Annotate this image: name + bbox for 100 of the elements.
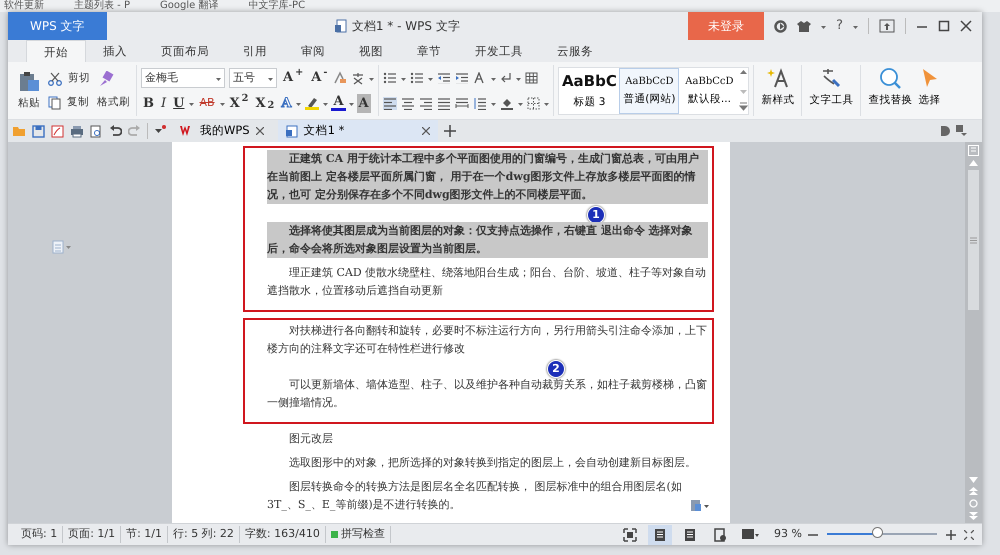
printer-icon[interactable]	[70, 124, 84, 138]
window-title: 文档1 * - WPS 文字	[352, 18, 460, 35]
paragraph-text: 图元改层	[288, 431, 334, 447]
ruler-toggle-icon[interactable]	[968, 145, 979, 156]
line-break-icon[interactable]	[500, 72, 512, 84]
subscript-button[interactable]: X$_{2}$	[253, 94, 276, 114]
annotation-number: 2	[547, 360, 565, 378]
paste-button[interactable]: 粘贴	[16, 96, 42, 112]
paragraph-text: 理正建筑 CAD 使散水绕壁柱、绕落地阳台生成；阳台、台阶、坡道、柱子等对象自动遮挡散水，位置移动后遮挡自动更新	[267, 265, 708, 299]
print-preview-icon[interactable]	[90, 124, 103, 138]
close-icon[interactable]	[960, 20, 972, 32]
grip-icon	[970, 236, 977, 244]
app-tab[interactable]: WPS 文字	[8, 12, 107, 40]
paste-options-icon[interactable]	[690, 498, 710, 512]
text-tools-button[interactable]: 文字工具	[806, 65, 856, 116]
paragraph-text: 选择将使其图层成为当前图层的对象：仅支持点选操作，右键直 退出命令 选择对象后，命令会将所选对象图层设置为当前图层。	[267, 222, 708, 258]
new-style-button[interactable]: 新样式	[758, 65, 798, 116]
numbered-list-icon[interactable]	[410, 72, 424, 84]
maximize-icon[interactable]	[938, 20, 950, 32]
clear-format-icon[interactable]	[333, 70, 348, 85]
pdf-export-icon[interactable]	[51, 124, 64, 138]
char-shading-button[interactable]: A	[356, 94, 371, 114]
justify-icon[interactable]	[437, 96, 452, 110]
select-button[interactable]: 选择	[915, 65, 944, 116]
copy-icon[interactable]	[48, 96, 61, 110]
fit-window-icon[interactable]	[964, 530, 974, 540]
font-name-field[interactable]: 金梅毛	[141, 68, 225, 88]
gallery-scroll-icon[interactable]	[739, 68, 748, 114]
strikethrough-button[interactable]: AB	[197, 95, 217, 112]
status-text: 字数: 163/410	[240, 526, 326, 543]
menu-tab[interactable]: 审阅	[284, 40, 342, 62]
align-center-icon[interactable]	[401, 96, 416, 110]
menu-tab[interactable]: 章节	[400, 40, 458, 62]
spell-check-button[interactable]: 拼写检查	[340, 526, 385, 543]
bookmark-link[interactable]: Google 翻译	[160, 0, 218, 12]
status-text: 节: 1/1	[121, 526, 168, 543]
font-name-value: 金梅毛	[145, 70, 178, 86]
close-icon[interactable]	[422, 127, 430, 135]
close-icon[interactable]	[256, 127, 264, 135]
superscript-button[interactable]: X$^{2}$	[228, 94, 250, 114]
menu-tab[interactable]: 云服务	[540, 40, 610, 62]
style-name: 普通(网站)	[623, 92, 676, 107]
shrink-font-button[interactable]: A$^{-}$	[309, 68, 330, 88]
grow-font-button[interactable]: A$^{+}$	[281, 68, 306, 88]
underline-button[interactable]: U	[171, 94, 186, 114]
paragraph-text: 正建筑 CA 用于统计本工程中多个平面图使用的门窗编号，生成门窗总表，可由用户在当前图上 定各楼层平面所属门窗， 用于在一个dwg图形文件上存放多楼层平面图的情况，也可 定分别保存在多个不同dwg图形文件上的不同楼层平面。	[267, 150, 708, 204]
help-button[interactable]: ?	[836, 16, 843, 36]
outline-view-icon[interactable]	[683, 528, 698, 542]
paragraph-text: 图层转换命令的转换方法是图层名全名匹配转换， 图层标准中的组合用图层名(如 3T_、S_、E_等前缀)是不进行转换的。	[267, 479, 683, 513]
menu-tab[interactable]: 开发工具	[458, 40, 540, 62]
increase-indent-icon[interactable]	[455, 72, 470, 84]
paragraph-menu-icon[interactable]	[52, 240, 72, 254]
refresh-icon[interactable]	[774, 20, 788, 32]
align-right-icon[interactable]	[419, 96, 434, 110]
line-spacing-icon[interactable]	[473, 96, 488, 110]
highlighter-icon[interactable]	[304, 96, 320, 110]
page-view-icon[interactable]	[653, 528, 668, 542]
scissors-icon[interactable]	[48, 72, 62, 86]
document-tab[interactable]: 我的WPS	[172, 120, 272, 142]
shirt-icon[interactable]	[797, 20, 812, 32]
fullscreen-icon[interactable]	[623, 528, 638, 542]
paint-bucket-icon[interactable]	[500, 96, 514, 110]
document-tab[interactable]: 文档1 *	[278, 120, 438, 142]
clipboard-icon[interactable]	[18, 70, 40, 92]
font-color-button[interactable]: A	[331, 95, 346, 112]
menu-tab[interactable]: 视图	[342, 40, 400, 62]
document-info-icon[interactable]	[940, 125, 950, 137]
scroll-thumb[interactable]	[968, 170, 979, 310]
menu-tab[interactable]: 页面布局	[144, 40, 226, 62]
undo-icon[interactable]	[109, 125, 122, 137]
font-size-value: 五号	[233, 70, 255, 86]
cut-button[interactable]: 剪切	[66, 70, 92, 86]
copy-button[interactable]: 复制	[65, 94, 91, 110]
phonetic-guide-icon[interactable]	[351, 70, 366, 85]
distributed-align-icon[interactable]	[455, 96, 470, 110]
italic-button[interactable]: I	[159, 94, 168, 114]
save-icon[interactable]	[32, 124, 45, 138]
vertical-scrollbar[interactable]	[965, 142, 982, 523]
new-style-icon	[766, 67, 789, 89]
align-left-icon[interactable]	[383, 96, 398, 110]
zoom-in-icon[interactable]	[946, 530, 956, 540]
bullet-list-icon[interactable]	[383, 72, 398, 84]
bold-button[interactable]: B	[141, 94, 156, 114]
web-view-icon[interactable]	[713, 528, 728, 542]
table-icon[interactable]	[525, 72, 538, 84]
reading-view-icon[interactable]	[740, 528, 760, 542]
paragraph-text: 选取图形中的对象，把所选择的对象转换到指定的图层上，会自动创建新目标图层。	[288, 455, 697, 471]
menu-tab[interactable]: 插入	[86, 40, 144, 62]
menu-tab[interactable]: 引用	[226, 40, 284, 62]
borders-icon[interactable]	[527, 96, 540, 110]
zoom-slider-thumb[interactable]	[872, 527, 882, 538]
add-tab-icon[interactable]	[444, 125, 456, 137]
pin-window-icon[interactable]	[879, 19, 895, 33]
font-size-field[interactable]: 五号	[229, 68, 277, 88]
menu-tab[interactable]: 开始	[26, 40, 86, 62]
decrease-indent-icon[interactable]	[437, 72, 452, 84]
magnifier-icon	[879, 67, 902, 89]
format-painter-button[interactable]: 格式刷	[95, 94, 132, 110]
style-item[interactable]: AaBbCcD 普通(网站)	[619, 68, 680, 114]
find-replace-button[interactable]: 查找替换	[865, 65, 916, 116]
